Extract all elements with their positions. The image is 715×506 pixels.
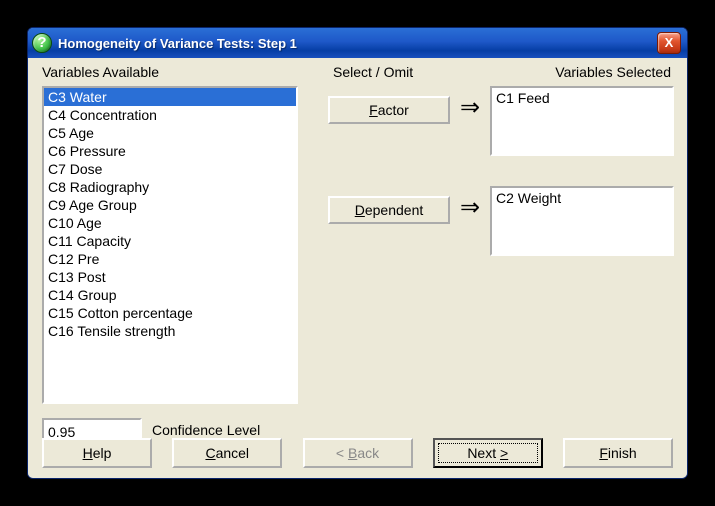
arrow-right-icon: ⇒ xyxy=(460,96,480,120)
list-item[interactable]: C7 Dose xyxy=(44,160,296,178)
list-item[interactable]: C10 Age xyxy=(44,214,296,232)
arrow-right-icon: ⇒ xyxy=(460,196,480,220)
button-mnemonic: B xyxy=(348,445,357,461)
list-item[interactable]: C9 Age Group xyxy=(44,196,296,214)
label-variables-available: Variables Available xyxy=(42,64,159,80)
list-item[interactable]: C14 Group xyxy=(44,286,296,304)
title-bar[interactable]: ? Homogeneity of Variance Tests: Step 1 … xyxy=(28,28,687,58)
list-item[interactable]: C8 Radiography xyxy=(44,178,296,196)
button-label-pre: Next xyxy=(467,445,500,461)
next-button[interactable]: Next > xyxy=(433,438,543,468)
label-confidence-level: Confidence Level xyxy=(152,422,260,438)
label-variables-selected: Variables Selected xyxy=(555,64,671,80)
list-item[interactable]: C13 Post xyxy=(44,268,296,286)
factor-button[interactable]: Factor xyxy=(328,96,450,124)
factor-selected-box[interactable]: C1 Feed xyxy=(490,86,674,156)
cancel-button[interactable]: Cancel xyxy=(172,438,282,468)
button-mnemonic: > xyxy=(500,445,508,461)
button-label-rest: ancel xyxy=(216,445,249,461)
list-item[interactable]: C3 Water xyxy=(44,88,296,106)
factor-selected-value: C1 Feed xyxy=(496,90,550,106)
label-select-omit: Select / Omit xyxy=(333,64,413,80)
client-area: Variables Available Select / Omit Variab… xyxy=(28,58,687,478)
list-item[interactable]: C11 Capacity xyxy=(44,232,296,250)
list-item[interactable]: C15 Cotton percentage xyxy=(44,304,296,322)
finish-button[interactable]: Finish xyxy=(563,438,673,468)
variables-available-list[interactable]: C3 Water C4 Concentration C5 Age C6 Pres… xyxy=(42,86,298,404)
back-button: < Back xyxy=(303,438,413,468)
button-label-rest: elp xyxy=(93,445,112,461)
button-label-rest: ack xyxy=(357,445,379,461)
button-label-rest: ependent xyxy=(365,202,423,218)
button-label-rest: inish xyxy=(608,445,637,461)
button-mnemonic: F xyxy=(599,445,608,461)
button-label-rest: actor xyxy=(378,102,409,118)
button-row: Help Cancel < Back Next > Finish xyxy=(42,438,673,470)
button-mnemonic: H xyxy=(83,445,93,461)
button-mnemonic: F xyxy=(369,102,378,118)
dependent-selected-value: C2 Weight xyxy=(496,190,561,206)
button-mnemonic: C xyxy=(205,445,215,461)
window-title: Homogeneity of Variance Tests: Step 1 xyxy=(58,36,657,51)
dialog-window: ? Homogeneity of Variance Tests: Step 1 … xyxy=(27,27,688,479)
list-item[interactable]: C12 Pre xyxy=(44,250,296,268)
list-item[interactable]: C6 Pressure xyxy=(44,142,296,160)
close-icon: X xyxy=(665,34,674,52)
dependent-button[interactable]: Dependent xyxy=(328,196,450,224)
button-mnemonic: D xyxy=(355,202,365,218)
list-item[interactable]: C4 Concentration xyxy=(44,106,296,124)
list-item[interactable]: C16 Tensile strength xyxy=(44,322,296,340)
help-icon: ? xyxy=(32,33,52,53)
help-button[interactable]: Help xyxy=(42,438,152,468)
list-item[interactable]: C5 Age xyxy=(44,124,296,142)
close-button[interactable]: X xyxy=(657,32,681,54)
button-label-pre: < xyxy=(336,445,348,461)
dependent-selected-box[interactable]: C2 Weight xyxy=(490,186,674,256)
